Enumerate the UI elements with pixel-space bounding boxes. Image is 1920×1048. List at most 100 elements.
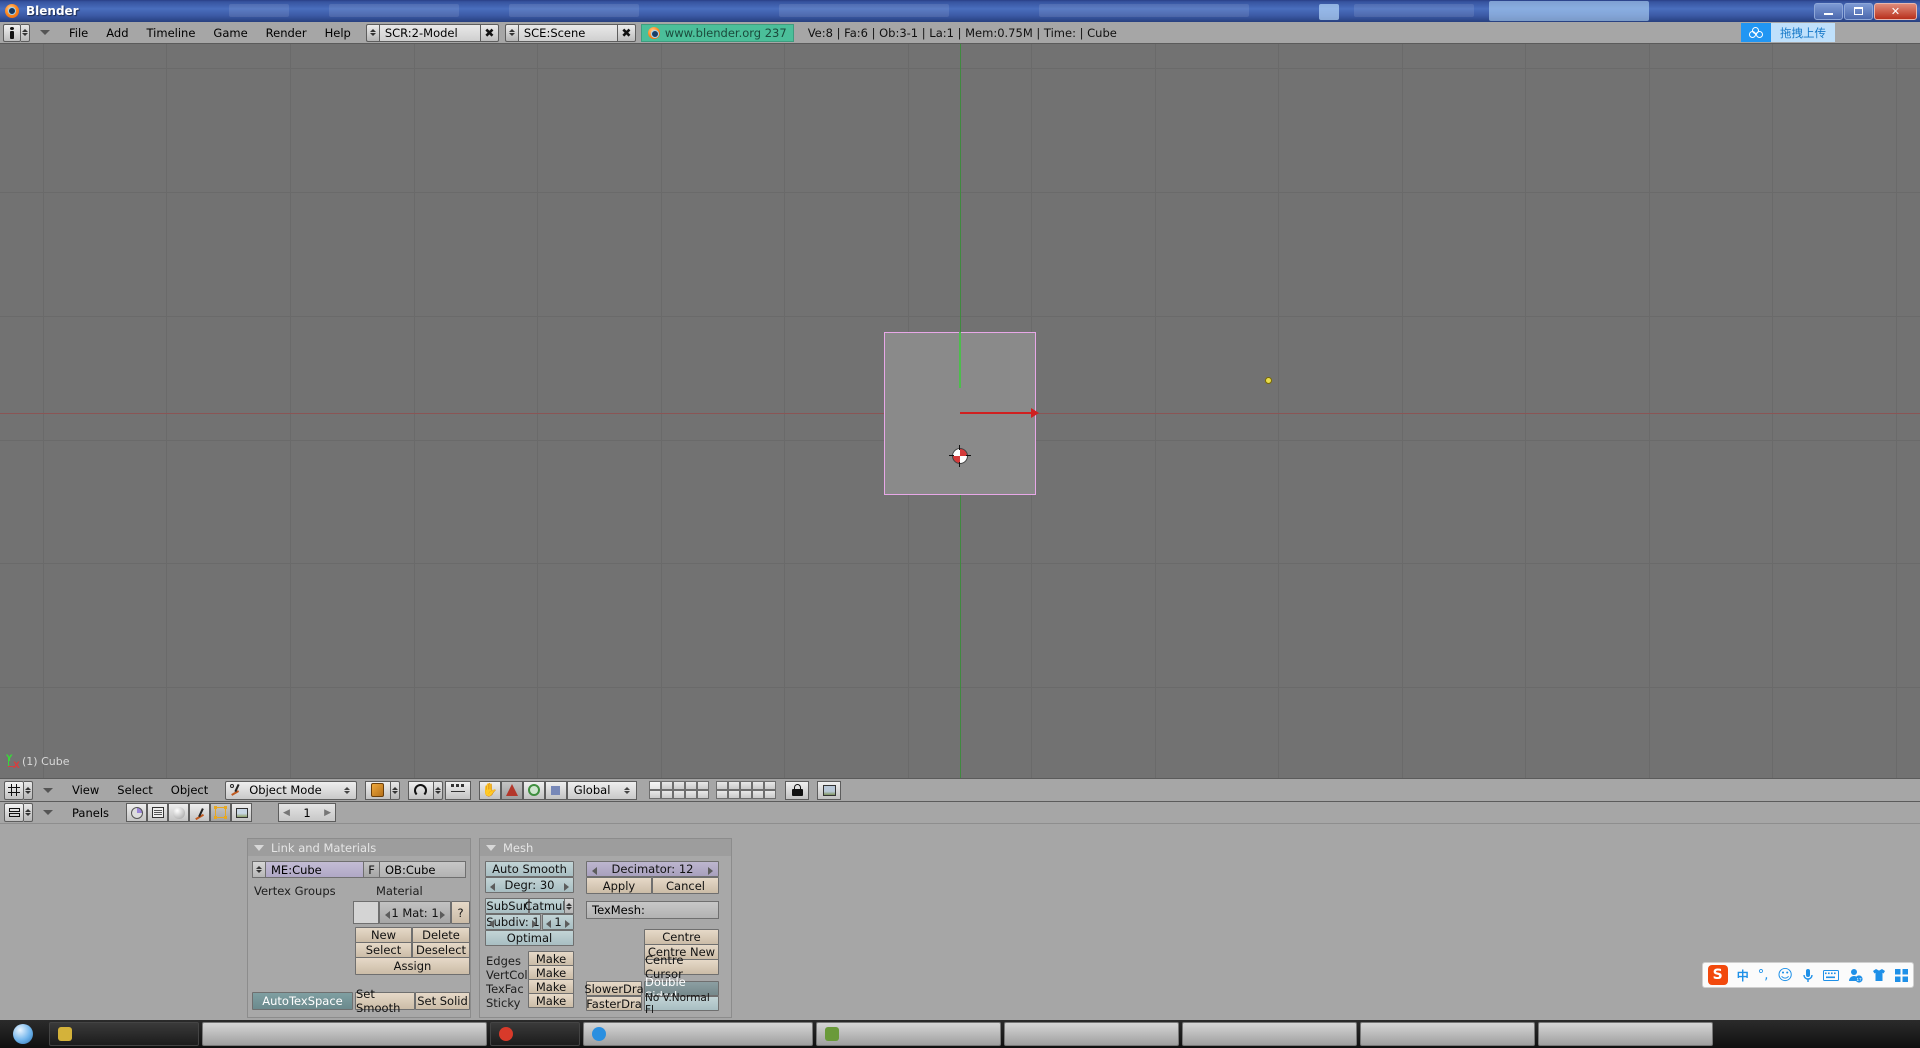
- buttons-type-spinner[interactable]: [24, 803, 33, 822]
- assign-material-button[interactable]: Assign: [355, 957, 470, 975]
- decimator-apply-button[interactable]: Apply: [586, 877, 652, 894]
- pivot-spinner[interactable]: [434, 781, 443, 800]
- hand-translate-icon[interactable]: ✋: [479, 781, 501, 800]
- minimize-button[interactable]: [1814, 3, 1843, 20]
- taskbar-item[interactable]: [1004, 1022, 1179, 1046]
- layer-cell[interactable]: [685, 790, 697, 799]
- menu-add[interactable]: Add: [97, 22, 137, 44]
- material-help-button[interactable]: ?: [451, 901, 470, 924]
- menu-timeline[interactable]: Timeline: [138, 22, 205, 44]
- view-menu-select[interactable]: Select: [108, 779, 161, 801]
- delete-scene-button[interactable]: ✖: [618, 24, 636, 42]
- solid-draw-type-icon[interactable]: [365, 781, 391, 800]
- layer-cell[interactable]: [673, 790, 685, 799]
- layer-cell[interactable]: [740, 790, 752, 799]
- screen-name-field[interactable]: SCR:2-Model: [379, 24, 481, 42]
- microphone-icon[interactable]: [1802, 968, 1814, 983]
- layer-group-a[interactable]: [649, 781, 709, 799]
- layer-cell[interactable]: [740, 781, 752, 790]
- subsurf-type-spinner[interactable]: [564, 898, 574, 914]
- view-menu-object[interactable]: Object: [162, 779, 217, 801]
- layer-cell[interactable]: [697, 781, 709, 790]
- menu-game[interactable]: Game: [204, 22, 256, 44]
- object-name-field[interactable]: OB:Cube: [379, 861, 466, 878]
- deselect-material-button[interactable]: Deselect: [412, 942, 470, 958]
- material-ball-icon[interactable]: [168, 803, 189, 822]
- optimal-button[interactable]: Optimal: [485, 930, 574, 946]
- layer-cell[interactable]: [716, 781, 728, 790]
- scene-browse-spinner[interactable]: [505, 24, 518, 42]
- maximize-button[interactable]: [1844, 3, 1873, 20]
- version-badge[interactable]: www.blender.org 237: [641, 24, 794, 42]
- collapse-menu-icon[interactable]: [43, 788, 53, 793]
- menu-file[interactable]: File: [60, 22, 97, 44]
- taskbar-item[interactable]: [1538, 1022, 1713, 1046]
- decimator-field[interactable]: Decimator: 12: [586, 861, 719, 877]
- sogou-logo-icon[interactable]: S: [1708, 965, 1728, 985]
- taskbar-item[interactable]: [202, 1022, 487, 1046]
- texmesh-field[interactable]: TexMesh:: [586, 901, 719, 919]
- taskbar-item[interactable]: [490, 1022, 580, 1046]
- window-type-spinner[interactable]: [21, 24, 30, 42]
- delete-screen-button[interactable]: ✖: [481, 24, 499, 42]
- layer-cell[interactable]: [752, 781, 764, 790]
- taskbar-item[interactable]: [1360, 1022, 1535, 1046]
- panel-collapse-icon[interactable]: [254, 845, 264, 851]
- slower-draw-button[interactable]: SlowerDra: [586, 981, 642, 996]
- set-smooth-button[interactable]: Set Smooth: [355, 992, 415, 1010]
- scene-image-icon[interactable]: [231, 803, 252, 822]
- layer-cell[interactable]: [649, 781, 661, 790]
- layer-cell[interactable]: [728, 790, 740, 799]
- layer-group-b[interactable]: [716, 781, 776, 799]
- panel-collapse-icon[interactable]: [486, 845, 496, 851]
- scene-name-field[interactable]: SCE:Scene: [518, 24, 618, 42]
- rotation-manipulator-icon[interactable]: [408, 781, 434, 800]
- mode-selector[interactable]: Object Mode: [225, 781, 356, 800]
- layer-cell[interactable]: [661, 781, 673, 790]
- layer-cell[interactable]: [764, 781, 776, 790]
- square-handle-icon[interactable]: [545, 781, 567, 800]
- select-material-button[interactable]: Select: [355, 942, 412, 958]
- taskbar-item[interactable]: [816, 1022, 1001, 1046]
- 3d-view-type-icon[interactable]: [4, 781, 24, 800]
- subdiv-render-level-field[interactable]: 1: [542, 914, 574, 930]
- upload-widget[interactable]: 拖拽上传: [1741, 23, 1835, 42]
- layer-cell[interactable]: [752, 790, 764, 799]
- faster-draw-button[interactable]: FasterDra: [586, 996, 642, 1011]
- skin-shirt-icon[interactable]: [1872, 968, 1886, 982]
- autotexspace-button[interactable]: AutoTexSpace: [252, 992, 353, 1010]
- keyboard-icon[interactable]: [1823, 970, 1839, 981]
- render-preview-icon[interactable]: [817, 781, 841, 800]
- make-sticky-button[interactable]: Make: [528, 993, 574, 1008]
- layer-cell[interactable]: [716, 790, 728, 799]
- panel-header-link-materials[interactable]: Link and Materials: [248, 839, 470, 856]
- layer-cell[interactable]: [661, 790, 673, 799]
- menu-render[interactable]: Render: [257, 22, 316, 44]
- layer-cell[interactable]: [764, 790, 776, 799]
- set-solid-button[interactable]: Set Solid: [415, 992, 470, 1010]
- layer-cell[interactable]: [728, 781, 740, 790]
- buttons-window-type-icon[interactable]: [4, 803, 24, 822]
- layer-cell[interactable]: [673, 781, 685, 790]
- transform-orientation-selector[interactable]: Global: [567, 781, 638, 800]
- chinese-mode-icon[interactable]: 中: [1737, 967, 1749, 984]
- panels-menu[interactable]: Panels: [63, 802, 118, 824]
- material-index-field[interactable]: 1 Mat: 1: [379, 901, 451, 924]
- rotate-cone-icon[interactable]: [501, 781, 523, 800]
- subsurf-toggle-button[interactable]: SubSur: [485, 898, 529, 914]
- scale-ring-icon[interactable]: [523, 781, 545, 800]
- view-menu-view[interactable]: View: [63, 779, 108, 801]
- no-vnormal-flip-button[interactable]: No V.Normal Fl: [644, 996, 719, 1011]
- layer-cell[interactable]: [649, 790, 661, 799]
- auto-smooth-degree-field[interactable]: Degr: 30: [485, 877, 574, 893]
- make-vertcol-button[interactable]: Make: [528, 965, 574, 980]
- new-material-button[interactable]: New: [355, 927, 412, 943]
- shading-sphere-icon[interactable]: [126, 803, 147, 822]
- close-button[interactable]: ✕: [1874, 3, 1917, 20]
- frame-decrement-arrow[interactable]: ◀: [283, 808, 290, 818]
- layer-selector[interactable]: [649, 781, 776, 799]
- view-type-spinner[interactable]: [24, 781, 33, 800]
- user-badge-icon[interactable]: 17: [1848, 968, 1863, 983]
- mesh-name-field[interactable]: ME:Cube: [265, 861, 364, 878]
- auto-smooth-button[interactable]: Auto Smooth: [485, 861, 574, 877]
